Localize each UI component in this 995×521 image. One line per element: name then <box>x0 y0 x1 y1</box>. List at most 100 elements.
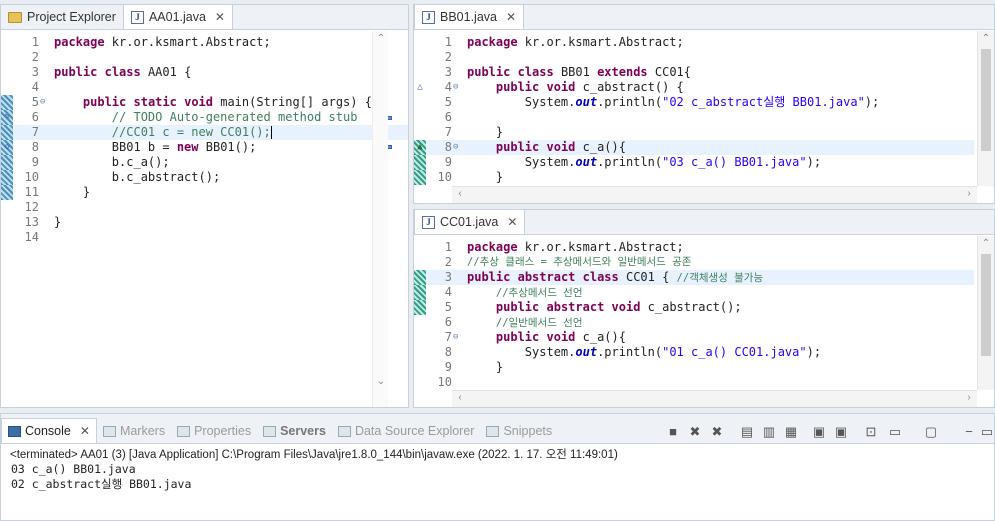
code-line-current: 3 public abstract class CC01 { //객체생성 불가능 <box>414 270 974 285</box>
code-line: 10 } <box>414 170 974 185</box>
scroll-right-icon[interactable]: › <box>961 188 977 199</box>
code-line-current: ▲ 8 ⊖ public void c_a(){ <box>414 140 974 155</box>
pin-console-icon[interactable]: ⊡ <box>863 424 879 440</box>
fold-toggle-icon[interactable]: ⊖ <box>40 95 49 110</box>
tab-markers[interactable]: Markers <box>97 419 171 443</box>
console-status: <terminated> AA01 (3) [Java Application]… <box>10 449 618 461</box>
code-line: 6 //일반메서드 선언 <box>444 315 583 329</box>
scroll-left-icon[interactable]: ‹ <box>452 392 468 403</box>
horizontal-scrollbar[interactable]: ‹ › <box>452 186 977 203</box>
code-line: 9 } <box>444 360 504 374</box>
tab-label: Data Source Explorer <box>354 424 475 438</box>
snippets-icon <box>486 425 500 437</box>
breakpoint-marker-icon[interactable]: ◇ <box>2 141 12 153</box>
code-line: 4 //추상메서드 선언 <box>414 285 974 300</box>
scroll-left-icon[interactable]: ‹ <box>452 188 468 199</box>
code-line: 3 public class AA01 { <box>31 65 192 79</box>
terminate-icon[interactable]: ■ <box>665 424 681 440</box>
tab-data-source-explorer[interactable]: Data Source Explorer <box>332 419 481 443</box>
fold-toggle-icon[interactable]: ⊖ <box>453 330 462 345</box>
code-line: 2//추상 클래스 = 추상메서드와 일반메서드 공존 <box>444 255 692 269</box>
java-file-icon: J <box>422 215 435 229</box>
bb01-editor-pane: J BB01.java ✕ 1 package kr.or.ksmart.Abst… <box>413 4 995 204</box>
tab-bb01-java[interactable]: J BB01.java ✕ <box>414 4 525 29</box>
code-line: 9 System.out.println("03 c_a() BB01.java… <box>414 155 974 170</box>
code-line: 8 System.out.println("01 c_a() CC01.java… <box>444 345 822 359</box>
console-output-line: 03 c_a() BB01.java <box>11 462 136 476</box>
word-wrap-icon[interactable]: ▦ <box>783 424 799 440</box>
tab-label: Servers <box>280 424 326 438</box>
code-line: 13} <box>24 215 62 229</box>
clear-console-icon[interactable]: ▤ <box>739 424 755 440</box>
cc01-editor-pane: J CC01.java ✕ 1 package kr.or.ksmart.Abst… <box>413 209 995 408</box>
code-line: △ 4 ⊖ public void c_abstract() { <box>414 80 974 95</box>
vertical-scrollbar[interactable]: ⌃ ⌄ <box>372 31 388 407</box>
scroll-down-icon[interactable]: ⌄ <box>373 376 389 387</box>
override-marker-icon[interactable]: △ <box>415 81 425 93</box>
tab-console[interactable]: Console ✕ <box>1 418 97 443</box>
fold-toggle-icon[interactable]: ⊖ <box>453 140 462 155</box>
code-line: 10 b.c_abstract(); <box>1 170 408 185</box>
tab-servers[interactable]: Servers <box>257 419 332 443</box>
bb01-code-editor[interactable]: 1 package kr.or.ksmart.Abstract; 2 3 publi… <box>414 31 994 203</box>
tab-label: Console <box>25 424 71 438</box>
fold-toggle-icon[interactable]: ⊖ <box>453 80 462 95</box>
maximize-icon[interactable]: ▭ <box>979 424 995 440</box>
scroll-up-icon[interactable]: ⌃ <box>373 33 389 44</box>
vertical-scrollbar[interactable]: ⌃ <box>977 236 994 390</box>
display-console-icon[interactable]: ▭ <box>887 424 903 440</box>
aa01-editor-pane: Project Explorer J AA01.java ✕ 1 package … <box>0 4 409 408</box>
open-console-icon[interactable]: ▢ <box>923 424 939 440</box>
properties-icon <box>177 425 191 437</box>
tab-label: Snippets <box>503 424 553 438</box>
code-line: 5 ⊖ public static void main(String[] args… <box>1 95 408 110</box>
scroll-right-icon[interactable]: › <box>961 392 977 403</box>
aa01-code-editor[interactable]: 1 package kr.or.ksmart.Abstract; 2 3 publi… <box>1 31 408 407</box>
tab-label: BB01.java <box>440 10 497 24</box>
task-marker-icon[interactable]: ✎ <box>2 111 12 123</box>
scroll-lock-icon[interactable]: ▥ <box>761 424 777 440</box>
console-output-line: 02 c_abstract실행 BB01.java <box>11 477 192 491</box>
code-line: 3 public class BB01 extends CC01{ <box>444 65 692 79</box>
code-line: 10 <box>437 375 452 389</box>
console-pane: Console ✕ Markers Properties Servers Dat… <box>0 413 995 521</box>
left-tabbar: Project Explorer J AA01.java ✕ <box>1 4 408 30</box>
code-line: 7 ⊖ public void c_a(){ <box>444 330 626 345</box>
override-marker-icon[interactable]: ▲ <box>415 141 425 153</box>
remove-launch-icon[interactable]: ✖ <box>687 424 703 440</box>
text-cursor <box>270 126 272 139</box>
close-icon[interactable]: ✕ <box>506 10 516 24</box>
tab-aa01-java[interactable]: J AA01.java ✕ <box>122 4 233 29</box>
tab-snippets[interactable]: Snippets <box>480 419 558 443</box>
horizontal-scrollbar[interactable]: ‹ › <box>452 390 977 407</box>
show-on-stderr-icon[interactable]: ▣ <box>833 424 849 440</box>
code-line: 2 <box>444 50 452 64</box>
code-line: 7 } <box>444 125 504 139</box>
scrollbar-thumb[interactable] <box>981 49 991 151</box>
java-file-icon: J <box>130 10 144 24</box>
code-line: 5 public abstract void c_abstract(); <box>414 300 974 315</box>
scroll-up-icon[interactable]: ⌃ <box>978 238 994 249</box>
scrollbar-thumb[interactable] <box>981 254 991 356</box>
scroll-up-icon[interactable]: ⌃ <box>978 33 994 44</box>
markers-icon <box>102 425 116 437</box>
code-line: 2 <box>31 50 39 64</box>
vertical-scrollbar[interactable]: ⌃ <box>977 31 994 186</box>
close-icon[interactable]: ✕ <box>507 215 517 229</box>
show-on-stdout-icon[interactable]: ▣ <box>811 424 827 440</box>
tab-properties[interactable]: Properties <box>171 419 257 443</box>
close-icon[interactable]: ✕ <box>80 424 90 438</box>
tab-project-explorer[interactable]: Project Explorer <box>1 5 123 29</box>
java-file-icon: J <box>422 10 435 24</box>
tab-cc01-java[interactable]: J CC01.java ✕ <box>414 209 526 234</box>
code-line: 12 <box>24 200 39 214</box>
code-line: 14 <box>24 230 39 244</box>
cc01-code-editor[interactable]: 1 package kr.or.ksmart.Abstract; 2//추상 클래… <box>414 236 994 407</box>
minimize-icon[interactable]: − <box>961 424 977 440</box>
code-line-current: 7 //CC01 c = new CC01(); <box>1 125 408 140</box>
close-icon[interactable]: ✕ <box>215 10 225 24</box>
console-output[interactable]: 03 c_a() BB01.java 02 c_abstract실행 BB01.… <box>11 462 191 492</box>
remove-all-icon[interactable]: ✖ <box>709 424 725 440</box>
bb01-tabbar: J BB01.java ✕ <box>414 4 994 30</box>
tab-label: Markers <box>119 424 166 438</box>
